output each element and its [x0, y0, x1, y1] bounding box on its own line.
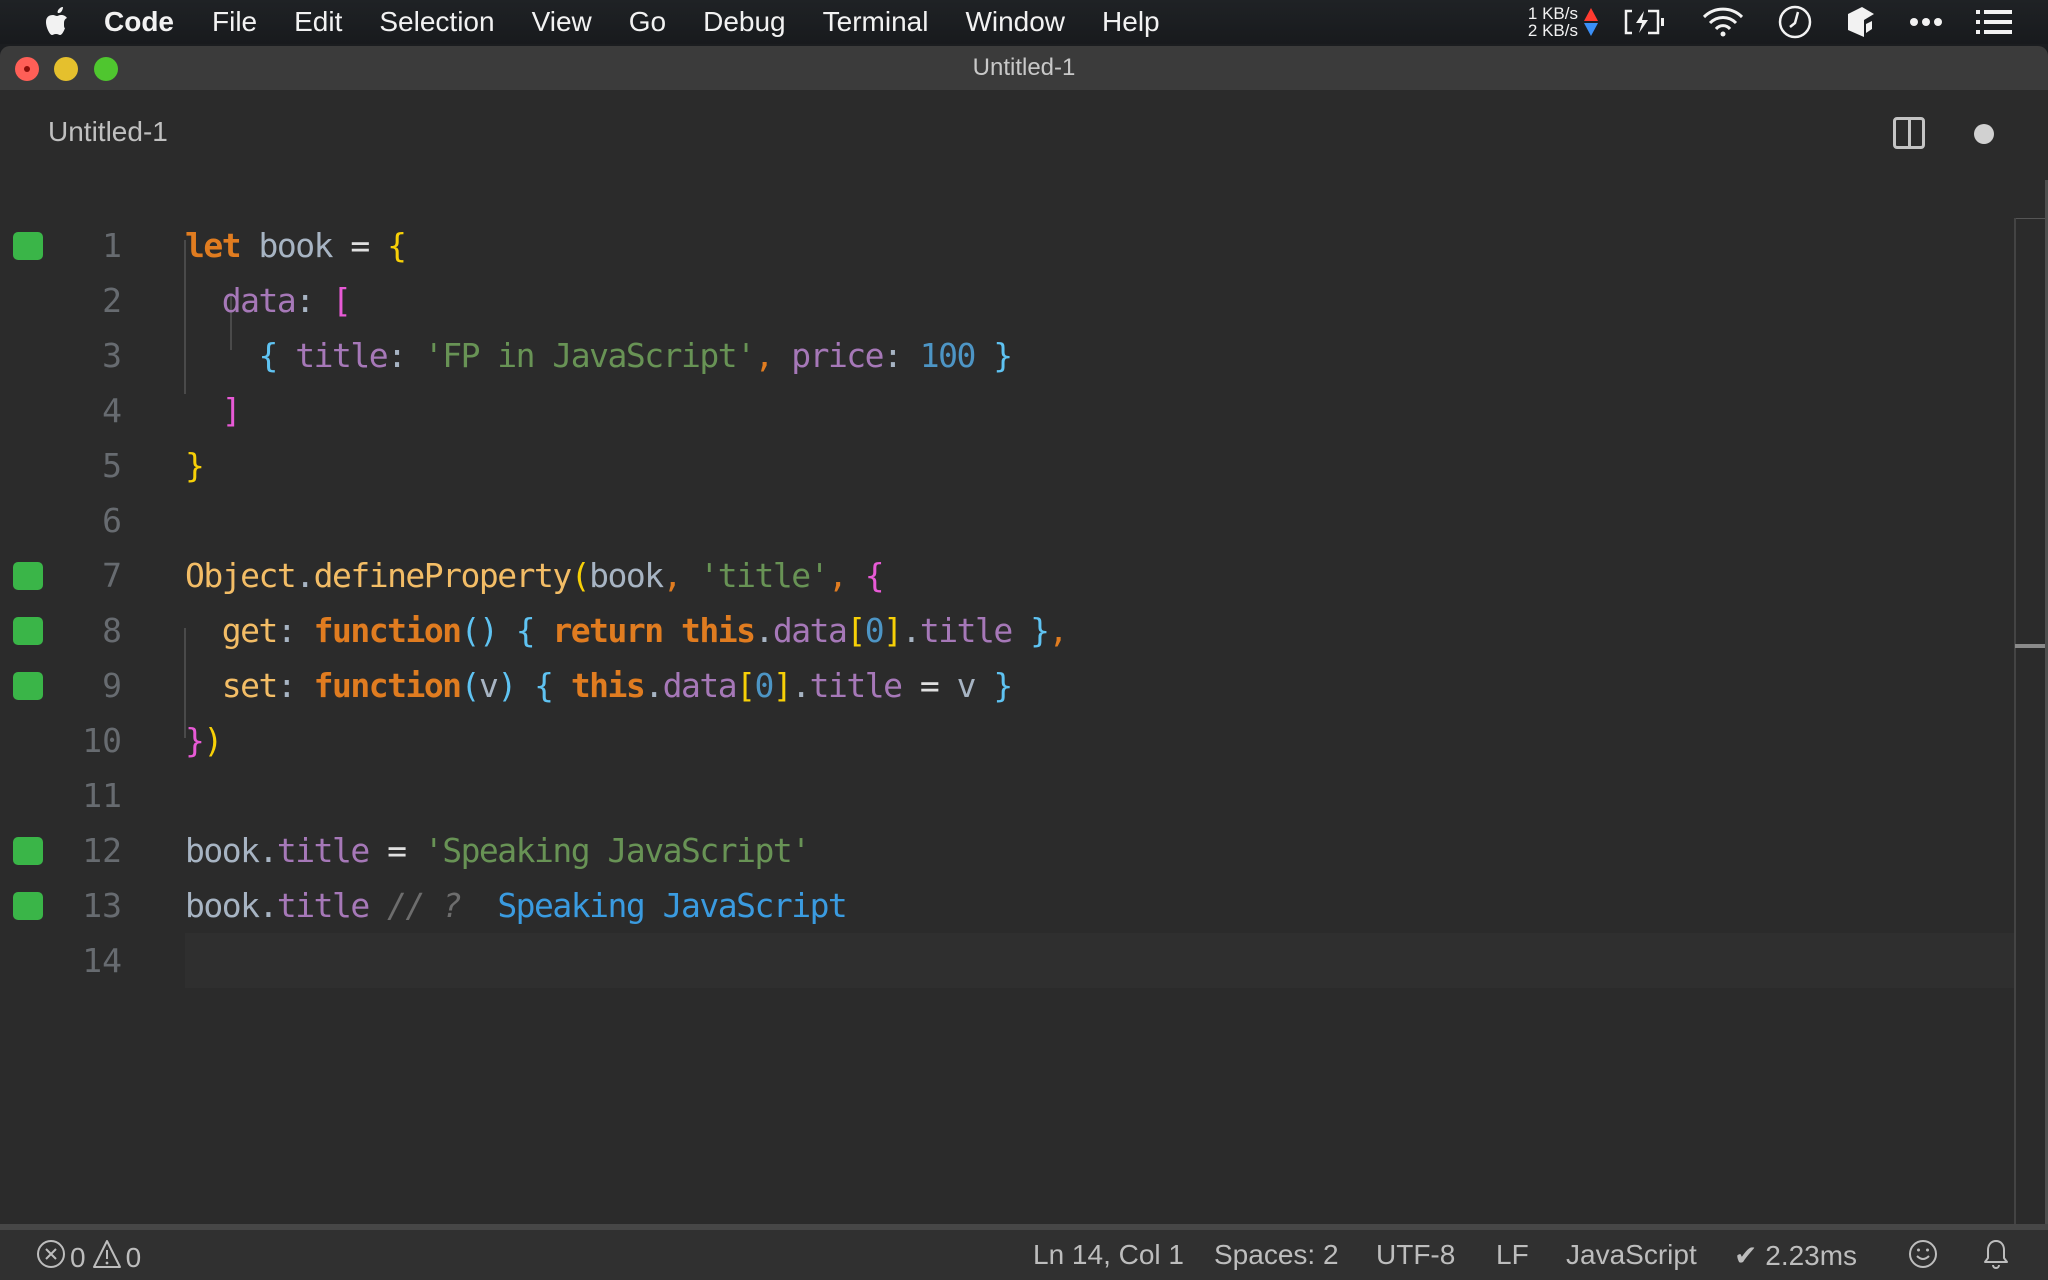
quokka-timing[interactable]: ✔ 2.23ms	[1734, 1239, 1857, 1272]
code-text: set: function(v) { this.data[0].title = …	[221, 666, 1014, 705]
line-number: 13	[82, 886, 122, 925]
menu-edit[interactable]: Edit	[294, 6, 342, 38]
cursor-position-marker	[2015, 644, 2048, 648]
apple-menu-icon[interactable]	[42, 4, 74, 40]
code-line: 6	[0, 493, 2048, 548]
upload-speed: 1 KB/s	[1527, 4, 1578, 23]
menu-bar-extras: 1 KB/s 2 KB/s	[1528, 0, 2048, 44]
title-bar[interactable]: Untitled-1	[0, 46, 2048, 90]
status-bar: 0 0 Ln 14, Col 1 Spaces: 2 UTF-8 LF Java…	[0, 1224, 2048, 1280]
warning-icon	[92, 1239, 122, 1276]
code-line: 2 data: [	[0, 273, 2048, 328]
file-encoding[interactable]: UTF-8	[1376, 1239, 1455, 1271]
line-number: 1	[102, 226, 122, 265]
code-line: 11	[0, 768, 2048, 823]
line-number: 2	[102, 281, 122, 320]
code-line: 12 book.title = 'Speaking JavaScript'	[0, 823, 2048, 878]
menu-app-code[interactable]: Code	[104, 6, 174, 38]
overview-ruler-top	[2014, 218, 2048, 219]
battery-charging-icon[interactable]	[1622, 8, 1668, 36]
code-line: 7 Object.defineProperty(book, 'title', {	[0, 548, 2048, 603]
indentation-setting[interactable]: Spaces: 2	[1214, 1239, 1339, 1271]
code-text: let book = {	[185, 226, 407, 265]
code-line: 3 { title: 'FP in JavaScript', price: 10…	[0, 328, 2048, 383]
code-line: 8 get: function() { return this.data[0].…	[0, 603, 2048, 658]
window-title: Untitled-1	[972, 54, 1076, 81]
list-icon[interactable]	[1976, 10, 2012, 34]
code-text: }	[185, 446, 205, 485]
menu-view[interactable]: View	[532, 6, 592, 38]
code-line: 5 }	[0, 438, 2048, 493]
line-number: 6	[102, 501, 122, 540]
line-number: 9	[102, 666, 122, 705]
coverage-marker	[13, 562, 43, 590]
tab-untitled-1[interactable]: Untitled-1	[48, 116, 168, 148]
code-text: ]	[221, 391, 242, 430]
cursor-position[interactable]: Ln 14, Col 1	[1033, 1239, 1184, 1271]
menu-help[interactable]: Help	[1102, 6, 1160, 38]
editor-tab-bar: Untitled-1	[0, 90, 2048, 180]
code-line: 4 ]	[0, 383, 2048, 438]
coverage-marker	[13, 892, 43, 920]
network-speed[interactable]: 1 KB/s 2 KB/s	[1528, 5, 1578, 39]
line-number: 3	[102, 336, 122, 375]
split-editor-icon[interactable]	[1893, 117, 1925, 149]
feedback-smiley-icon[interactable]	[1908, 1238, 1938, 1270]
more-icon[interactable]	[1910, 17, 1942, 27]
language-mode[interactable]: JavaScript	[1566, 1239, 1697, 1271]
code-line: 9 set: function(v) { this.data[0].title …	[0, 658, 2048, 713]
end-of-line-setting[interactable]: LF	[1496, 1239, 1529, 1271]
code-text: book.title // ? Speaking JavaScript	[185, 886, 848, 925]
code-editor[interactable]: 1 let book = { 2 data: [ 3 { title: 'FP …	[0, 180, 2048, 1270]
line-number: 14	[82, 941, 122, 980]
code-line: 1 let book = {	[0, 218, 2048, 273]
menu-go[interactable]: Go	[629, 6, 666, 38]
menu-file[interactable]: File	[212, 6, 257, 38]
menu-window[interactable]: Window	[965, 6, 1065, 38]
coverage-marker	[13, 672, 43, 700]
error-count: 0	[70, 1241, 86, 1273]
line-number: 11	[82, 776, 122, 815]
notifications-bell-icon[interactable]	[1982, 1238, 2010, 1270]
network-arrows-icon	[1584, 8, 1598, 36]
error-icon	[36, 1239, 66, 1276]
menu-debug[interactable]: Debug	[703, 6, 786, 38]
code-line: 14	[0, 933, 2048, 988]
problems-indicator[interactable]: 0 0	[36, 1239, 141, 1276]
menu-selection[interactable]: Selection	[379, 6, 494, 38]
dropbox-like-icon[interactable]	[1846, 6, 1876, 38]
clock-icon[interactable]	[1778, 5, 1812, 39]
coverage-marker	[13, 617, 43, 645]
download-arrow-icon	[1584, 23, 1598, 36]
upload-arrow-icon	[1584, 8, 1598, 21]
line-number: 8	[102, 611, 122, 650]
code-text: data: [	[221, 281, 352, 320]
inline-result: Speaking JavaScript	[497, 886, 848, 925]
warning-count: 0	[125, 1241, 142, 1273]
code-text: get: function() { return this.data[0].ti…	[221, 611, 1069, 650]
macos-menu-bar: Code File Edit Selection View Go Debug T…	[0, 0, 2048, 44]
code-line: 10 })	[0, 713, 2048, 768]
menu-terminal[interactable]: Terminal	[823, 6, 929, 38]
line-number: 10	[82, 721, 122, 760]
line-number: 12	[82, 831, 122, 870]
code-text: { title: 'FP in JavaScript', price: 100 …	[258, 336, 1013, 375]
code-text: })	[185, 721, 223, 760]
line-number: 7	[102, 556, 122, 595]
overview-ruler	[2014, 218, 2016, 1270]
download-speed: 2 KB/s	[1527, 21, 1578, 40]
wifi-icon[interactable]	[1702, 7, 1744, 37]
vscode-window: Untitled-1 Untitled-1 1 let book = { 2 d…	[0, 46, 2048, 1280]
code-text: book.title = 'Speaking JavaScript'	[185, 831, 811, 870]
line-number: 4	[102, 391, 122, 430]
line-number: 5	[102, 446, 122, 485]
code-text: Object.defineProperty(book, 'title', {	[185, 556, 885, 595]
coverage-marker	[13, 232, 43, 260]
coverage-marker	[13, 837, 43, 865]
code-line: 13 book.title // ? Speaking JavaScript	[0, 878, 2048, 933]
unsaved-changes-dot-icon[interactable]	[1974, 124, 1994, 144]
